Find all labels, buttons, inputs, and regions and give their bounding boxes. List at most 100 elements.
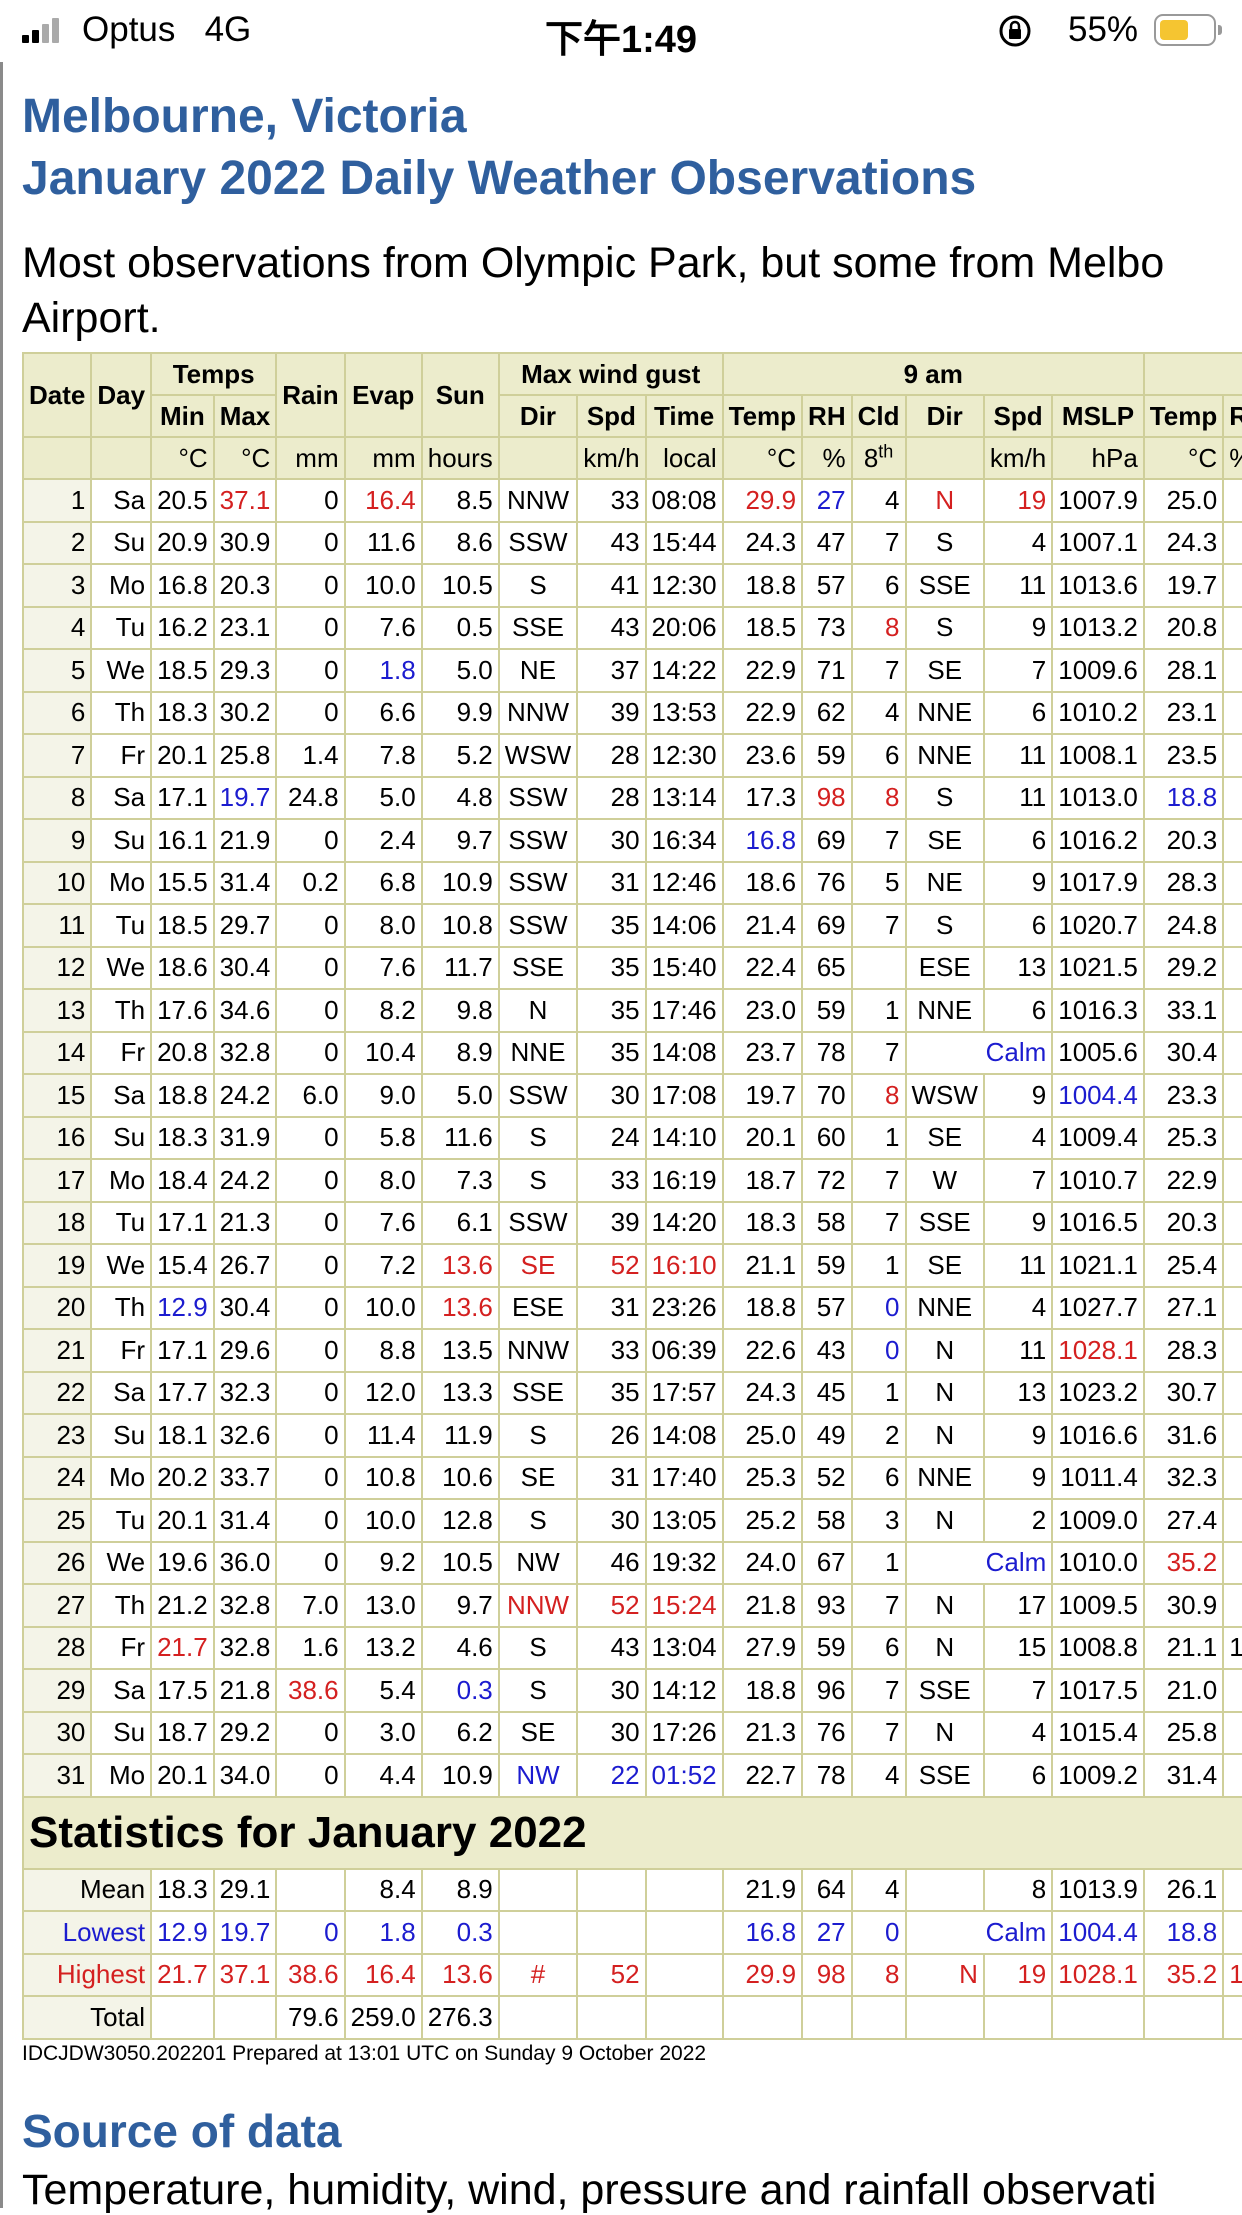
stats-label: Total <box>22 1995 153 2040</box>
table-cell: 33.1 <box>1142 988 1225 1033</box>
table-cell: 51 <box>1222 648 1242 693</box>
table-cell: 13:05 <box>644 1498 724 1543</box>
table-cell: SSE <box>497 945 579 990</box>
unit-9am-temp: °C <box>721 436 804 480</box>
table-cell: 29 <box>22 1668 93 1713</box>
table-cell: Su <box>90 818 153 863</box>
table-cell: 28 <box>576 733 647 778</box>
table-cell: 16.8 <box>150 563 215 608</box>
table-cell: 46 <box>576 1540 647 1585</box>
table-cell: 7.6 <box>343 605 423 650</box>
table-cell: 76 <box>801 1710 853 1755</box>
table-cell: 0 <box>275 818 346 863</box>
stats-cell <box>576 1995 647 2040</box>
table-cell: 17:57 <box>644 1370 724 1415</box>
table-cell: 10.5 <box>420 1540 500 1585</box>
table-cell: 23.7 <box>721 1030 804 1075</box>
table-cell: Fr <box>90 1625 153 1670</box>
stats-cell <box>644 1867 724 1912</box>
table-cell: 14 <box>22 1030 93 1075</box>
table-cell: 12.8 <box>420 1498 500 1543</box>
table-cell: 22.9 <box>721 648 804 693</box>
table-cell: 7 <box>850 1583 907 1628</box>
table-cell: 1016.5 <box>1051 1200 1145 1245</box>
unit-gust-time: local <box>644 436 724 480</box>
table-cell: 7.2 <box>343 1243 423 1288</box>
table-cell: 0 <box>850 1328 907 1373</box>
col-3pm-temp: Temp <box>1142 394 1225 438</box>
table-cell: 23.0 <box>721 988 804 1033</box>
table-cell: 2 <box>982 1498 1054 1543</box>
table-cell: 24 <box>22 1455 93 1500</box>
stats-cell <box>497 1910 579 1955</box>
table-cell: Tu <box>90 1200 153 1245</box>
table-cell: 9.7 <box>420 1583 500 1628</box>
table-cell: 27.9 <box>721 1625 804 1670</box>
table-cell: 32.3 <box>1142 1455 1225 1500</box>
table-cell: 6 <box>982 903 1054 948</box>
table-cell: 30.4 <box>1142 1030 1225 1075</box>
observations-table: Date Day Temps Rain Evap Sun Max wind gu… <box>22 352 1242 2040</box>
table-cell: S <box>497 1668 579 1713</box>
stats-cell: N <box>904 1952 985 1997</box>
table-cell: SE <box>904 1115 985 1160</box>
stats-cell: 21.9 <box>721 1867 804 1912</box>
stats-cell: 1028.1 <box>1051 1952 1145 1997</box>
observations-table-container[interactable]: Date Day Temps Rain Evap Sun Max wind gu… <box>22 352 1242 2042</box>
stats-row-mean: Mean18.329.1 8.48.9 21.9644 81013.926.154 <box>22 1867 1242 1912</box>
table-cell: 8.0 <box>343 903 423 948</box>
table-cell: 7 <box>850 648 907 693</box>
table-cell: Sa <box>90 775 153 820</box>
table-cell: SSW <box>497 520 579 565</box>
table-cell: 1021.5 <box>1051 945 1145 990</box>
table-cell: 7.8 <box>343 733 423 778</box>
table-cell: 13.6 <box>420 1285 500 1330</box>
table-cell: 38.6 <box>275 1668 346 1713</box>
table-cell: 58 <box>801 1498 853 1543</box>
table-cell: 17:26 <box>644 1710 724 1755</box>
table-cell: 9 <box>22 818 93 863</box>
table-cell: SSE <box>497 1370 579 1415</box>
table-cell: 20.3 <box>212 563 278 608</box>
table-cell: 30.7 <box>1142 1370 1225 1415</box>
table-cell: 17 <box>22 1158 93 1203</box>
table-cell: 59 <box>801 1625 853 1670</box>
table-cell: 14:08 <box>644 1030 724 1075</box>
stats-cell <box>982 1995 1054 2040</box>
table-cell: 15:44 <box>644 520 724 565</box>
table-cell: SSE <box>904 1200 985 1245</box>
table-cell: Mo <box>90 860 153 905</box>
stats-cell: 12.9 <box>150 1910 215 1955</box>
table-cell: 23.1 <box>1142 690 1225 735</box>
table-cell: 55 <box>1222 1115 1242 1160</box>
table-cell: 30 <box>576 818 647 863</box>
table-cell: 7 <box>850 1668 907 1713</box>
table-cell: 31 <box>1222 1413 1242 1458</box>
table-cell: 28 <box>22 1625 93 1670</box>
table-cell: 0 <box>275 520 346 565</box>
stats-cell <box>644 1910 724 1955</box>
table-cell: 6 <box>850 563 907 608</box>
stats-cell <box>1142 1995 1225 2040</box>
stats-cell: 18.8 <box>1142 1910 1225 1955</box>
table-cell: 4 <box>982 1115 1054 1160</box>
table-cell: SE <box>497 1710 579 1755</box>
stats-cell <box>904 1995 985 2040</box>
table-cell: NE <box>904 860 985 905</box>
table-cell: SE <box>497 1455 579 1500</box>
table-cell: N <box>904 1413 985 1458</box>
table-cell: Sa <box>90 478 153 523</box>
table-cell: 1 <box>850 1370 907 1415</box>
table-cell: 11.9 <box>420 1413 500 1458</box>
table-cell: 60 <box>1222 1498 1242 1543</box>
table-cell: 21.4 <box>721 903 804 948</box>
table-cell: 21.9 <box>212 818 278 863</box>
table-cell: 9 <box>982 1413 1054 1458</box>
table-cell: 58 <box>801 1200 853 1245</box>
table-cell: 29.6 <box>212 1328 278 1373</box>
table-cell: 7 <box>850 818 907 863</box>
table-cell: 13:14 <box>644 775 724 820</box>
col-evap: Evap <box>343 352 423 438</box>
table-cell: S <box>904 903 985 948</box>
table-cell: SE <box>904 818 985 863</box>
